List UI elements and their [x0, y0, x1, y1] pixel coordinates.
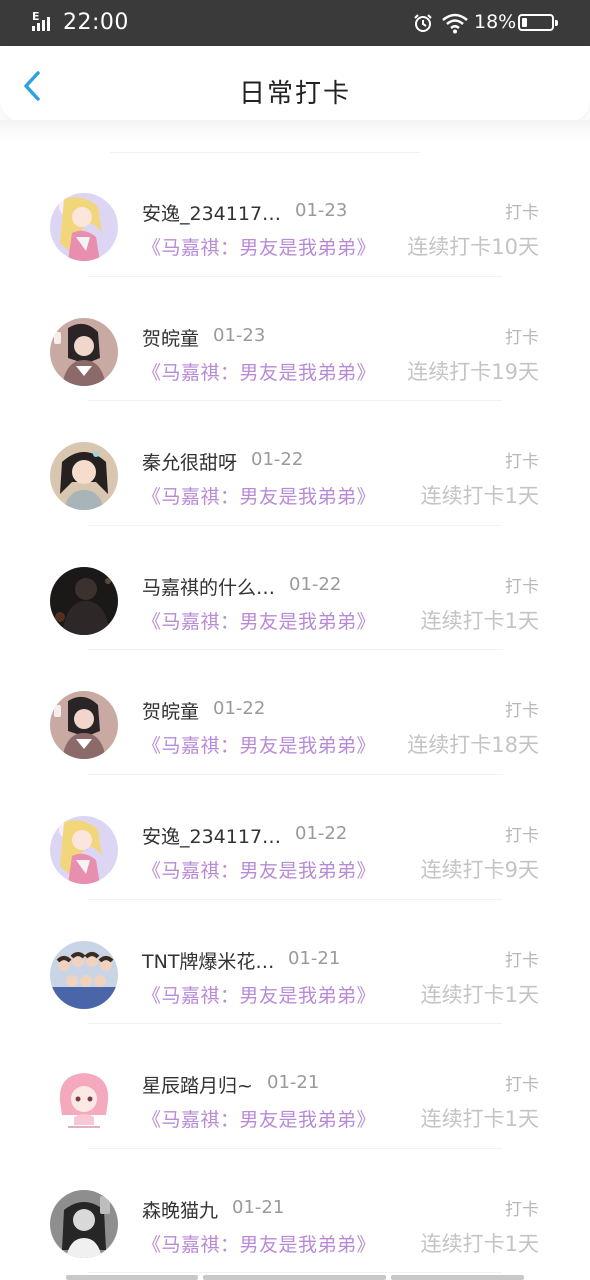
- list-item[interactable]: 秦允很甜呀 01-22 打卡《马嘉祺：男友是我弟弟》 连续打卡1天: [0, 399, 590, 526]
- checkin-tag: 打卡: [505, 1199, 539, 1220]
- list-item[interactable]: TNT牌爆米花… 01-21 打卡《马嘉祺：男友是我弟弟》 连续打卡1天: [0, 898, 590, 1025]
- nav-shadow: [0, 120, 590, 142]
- streak-text: 连续打卡1天: [420, 1107, 539, 1132]
- user-name[interactable]: 森晚猫九: [142, 1196, 218, 1223]
- user-name[interactable]: 星辰踏月归~: [142, 1071, 253, 1098]
- streak-text: 连续打卡19天: [407, 359, 539, 384]
- list-item[interactable]: 森晚猫九 01-21 打卡《马嘉祺：男友是我弟弟》 连续打卡1天: [0, 1147, 590, 1274]
- checkin-tag: 打卡: [505, 203, 539, 223]
- streak-text: 连续打卡9天: [420, 857, 539, 882]
- alarm-icon: [414, 14, 432, 32]
- clock: 22:00: [63, 10, 129, 35]
- user-name[interactable]: 贺皖童: [142, 697, 199, 724]
- checkin-tag: 打卡: [505, 576, 539, 597]
- scroll-indicator: [66, 1275, 524, 1280]
- page-title: 日常打卡: [238, 79, 351, 109]
- checkin-date: 01-21: [288, 947, 341, 969]
- signal-icon: E: [32, 10, 58, 31]
- girl-portrait-avatar[interactable]: [50, 442, 118, 511]
- anime-girl-avatar[interactable]: [50, 193, 118, 261]
- checkin-date: 01-22: [295, 822, 348, 844]
- user-name[interactable]: 贺皖童: [142, 324, 199, 351]
- checkin-tag: 打卡: [505, 452, 539, 473]
- checkin-tag: 打卡: [505, 701, 539, 722]
- book-title-link[interactable]: 《马嘉祺：男友是我弟弟》: [142, 731, 376, 758]
- list-item[interactable]: 贺皖童 01-22 打卡《马嘉祺：男友是我弟弟》 连续打卡18天: [0, 648, 590, 775]
- checkin-date: 01-23: [295, 200, 348, 221]
- book-title-link[interactable]: 《马嘉祺：男友是我弟弟》: [142, 1230, 376, 1257]
- checkin-tag: 打卡: [505, 950, 539, 971]
- book-title-link[interactable]: 《马嘉祺：男友是我弟弟》: [142, 1105, 376, 1132]
- mono-photo-avatar[interactable]: [50, 1189, 118, 1258]
- checkin-date: 01-23: [213, 324, 266, 346]
- book-title-link[interactable]: 《马嘉祺：男友是我弟弟》: [142, 358, 376, 385]
- user-name[interactable]: 马嘉祺的什么…: [142, 573, 275, 600]
- streak-text: 连续打卡18天: [407, 733, 539, 758]
- battery-level-fill: [522, 18, 527, 27]
- wifi-icon: [442, 13, 468, 34]
- list-item[interactable]: 贺皖童 01-23 打卡《马嘉祺：男友是我弟弟》 连续打卡19天: [0, 275, 590, 402]
- checkin-tag: 打卡: [505, 327, 539, 348]
- streak-text: 连续打卡1天: [420, 484, 539, 509]
- divider: [88, 1272, 502, 1274]
- battery-percent: 18%: [474, 11, 517, 33]
- list-item[interactable]: 马嘉祺的什么… 01-22 打卡《马嘉祺：男友是我弟弟》 连续打卡1天: [0, 524, 590, 651]
- book-title-link[interactable]: 《马嘉祺：男友是我弟弟》: [142, 607, 376, 634]
- dark-photo-avatar[interactable]: [50, 566, 118, 635]
- battery-icon: [518, 14, 558, 31]
- user-name[interactable]: TNT牌爆米花…: [142, 947, 274, 974]
- user-name[interactable]: 安逸_234117…: [142, 199, 281, 226]
- book-title-link[interactable]: 《马嘉祺：男友是我弟弟》: [142, 482, 376, 509]
- user-name[interactable]: 安逸_234117…: [142, 822, 281, 849]
- list-item[interactable]: 安逸_234117… 01-22 打卡《马嘉祺：男友是我弟弟》 连续打卡9天: [0, 773, 590, 900]
- checkin-date: 01-22: [251, 449, 304, 471]
- checkin-date: 01-22: [289, 573, 342, 595]
- girl-selfie-avatar[interactable]: [50, 691, 118, 760]
- book-title-link[interactable]: 《马嘉祺：男友是我弟弟》: [142, 856, 376, 883]
- checkin-tag: 打卡: [505, 825, 539, 846]
- checkin-date: 01-21: [232, 1196, 285, 1218]
- book-title-link[interactable]: 《马嘉祺：男友是我弟弟》: [142, 233, 376, 260]
- streak-text: 连续打卡10天: [407, 235, 539, 259]
- checkin-date: 01-22: [213, 698, 266, 720]
- checkin-list: 安逸_234117… 01-23 打卡 《马嘉祺：男友是我弟弟》 连续打卡10天 贺皖童 0…: [0, 150, 590, 1274]
- streak-text: 连续打卡1天: [420, 1231, 539, 1256]
- user-name[interactable]: 秦允很甜呀: [142, 448, 237, 475]
- list-item[interactable]: 安逸_234117… 01-23 打卡《马嘉祺：男友是我弟弟》 连续打卡10天: [0, 150, 590, 277]
- streak-text: 连续打卡1天: [420, 608, 539, 633]
- navigation-bar: 日常打卡: [0, 46, 590, 122]
- girl-selfie-avatar[interactable]: [50, 317, 118, 386]
- group-photo-avatar[interactable]: [50, 940, 118, 1009]
- list-item[interactable]: 星辰踏月归~ 01-21 打卡《马嘉祺：男友是我弟弟》 连续打卡1天: [0, 1022, 590, 1149]
- network-type-label: E: [32, 10, 40, 23]
- streak-text: 连续打卡1天: [420, 982, 539, 1007]
- anime-girl-avatar[interactable]: [50, 815, 118, 884]
- status-bar: E 22:00 18%: [0, 0, 590, 46]
- checkin-tag: 打卡: [505, 1075, 539, 1096]
- checkin-date: 01-21: [267, 1072, 320, 1094]
- book-title-link[interactable]: 《马嘉祺：男友是我弟弟》: [142, 981, 376, 1008]
- pink-cartoon-avatar[interactable]: [50, 1065, 118, 1134]
